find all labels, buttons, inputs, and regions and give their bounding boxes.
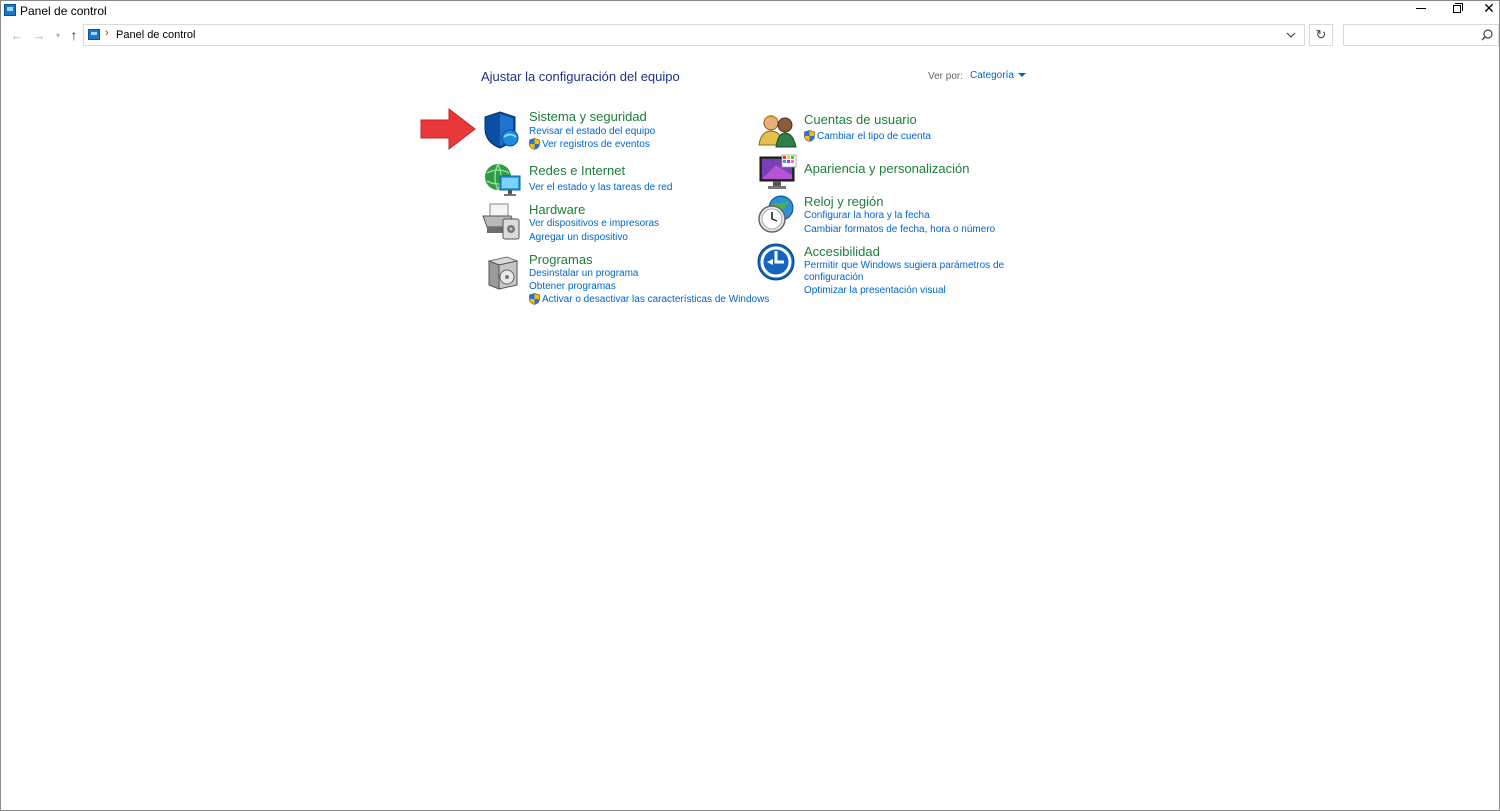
window-title: Panel de control (20, 4, 107, 18)
link-view-network-status[interactable]: Ver el estado y las tareas de red (529, 182, 672, 193)
link-windows-suggest-settings-line1[interactable]: Permitir que Windows sugiera parámetros … (804, 260, 1004, 271)
title-bar: Panel de control ✕ (1, 0, 1500, 21)
programs-box-icon[interactable] (485, 253, 525, 293)
link-change-formats[interactable]: Cambiar formatos de fecha, hora o número (804, 224, 995, 235)
back-button[interactable]: ← (9, 26, 25, 44)
accessibility-icon[interactable] (757, 243, 797, 283)
category-title-clock-region[interactable]: Reloj y región (804, 194, 884, 209)
link-set-time-date[interactable]: Configurar la hora y la fecha (804, 210, 930, 221)
link-review-computer-status[interactable]: Revisar el estado del equipo (529, 126, 655, 137)
monitor-palette-icon[interactable] (758, 153, 798, 193)
link-add-device[interactable]: Agregar un dispositivo (529, 232, 628, 243)
chevron-down-icon: ▾ (55, 30, 60, 40)
link-view-event-logs[interactable]: Ver registros de eventos (542, 139, 650, 150)
category-title-accessibility[interactable]: Accesibilidad (804, 244, 880, 259)
recent-locations-button[interactable]: ▾ (50, 26, 66, 44)
category-title-appearance[interactable]: Apariencia y personalización (804, 161, 969, 176)
link-uninstall-program[interactable]: Desinstalar un programa (529, 268, 639, 279)
address-dropdown-button[interactable] (1284, 27, 1298, 43)
navigation-bar: ← → ▾ ↑ › Panel de control ↻ (1, 21, 1499, 49)
forward-button[interactable]: → (31, 26, 47, 44)
uac-shield-icon (529, 293, 540, 305)
control-panel-small-icon (88, 29, 100, 40)
breadcrumb-control-panel[interactable]: Panel de control (116, 29, 196, 41)
close-button[interactable]: ✕ (1469, 0, 1500, 18)
control-panel-app-icon (4, 4, 16, 16)
view-by-dropdown[interactable]: Categoría (970, 70, 1026, 81)
close-icon: ✕ (1483, 0, 1495, 16)
view-by-label: Ver por: (928, 71, 964, 82)
link-view-devices-printers[interactable]: Ver dispositivos e impresoras (529, 218, 659, 229)
uac-shield-icon (804, 130, 815, 142)
forward-arrow-icon: → (32, 27, 46, 43)
link-windows-features[interactable]: Activar o desactivar las características… (542, 294, 769, 305)
page-heading: Ajustar la configuración del equipo (481, 69, 680, 84)
category-title-user-accounts[interactable]: Cuentas de usuario (804, 112, 917, 127)
chevron-down-icon (1286, 32, 1296, 38)
search-icon (1481, 29, 1493, 41)
network-globe-icon[interactable] (482, 159, 522, 199)
minimize-icon (1416, 7, 1426, 9)
refresh-button[interactable]: ↻ (1309, 24, 1333, 46)
up-button[interactable]: ↑ (66, 26, 82, 44)
link-optimize-visual-display[interactable]: Optimizar la presentación visual (804, 285, 946, 296)
restore-icon (1453, 3, 1463, 13)
control-panel-window: Panel de control ✕ ← → ▾ ↑ › Panel de co… (0, 0, 1500, 811)
category-title-hardware[interactable]: Hardware (529, 202, 585, 217)
link-get-programs[interactable]: Obtener programas (529, 281, 616, 292)
link-windows-suggest-settings-line2[interactable]: configuración (804, 272, 863, 283)
category-title-programs[interactable]: Programas (529, 252, 593, 267)
refresh-icon: ↻ (1315, 27, 1327, 42)
back-arrow-icon: ← (10, 27, 24, 43)
link-change-account-type[interactable]: Cambiar el tipo de cuenta (817, 131, 931, 142)
category-title-system-security[interactable]: Sistema y seguridad (529, 109, 647, 124)
up-arrow-icon: ↑ (70, 27, 78, 43)
red-arrow-annotation (420, 107, 476, 151)
minimize-button[interactable] (1401, 1, 1441, 21)
category-title-network-internet[interactable]: Redes e Internet (529, 163, 625, 178)
printer-icon[interactable] (481, 201, 521, 241)
clock-globe-icon[interactable] (757, 194, 797, 234)
users-icon[interactable] (758, 111, 798, 151)
uac-shield-icon (529, 138, 540, 150)
shield-icon[interactable] (482, 110, 522, 150)
view-by-value[interactable]: Categoría (970, 70, 1014, 81)
caret-down-icon (1017, 73, 1026, 78)
search-input[interactable] (1343, 24, 1499, 46)
address-bar[interactable]: › Panel de control (83, 24, 1305, 46)
breadcrumb-separator[interactable]: › (105, 27, 109, 39)
